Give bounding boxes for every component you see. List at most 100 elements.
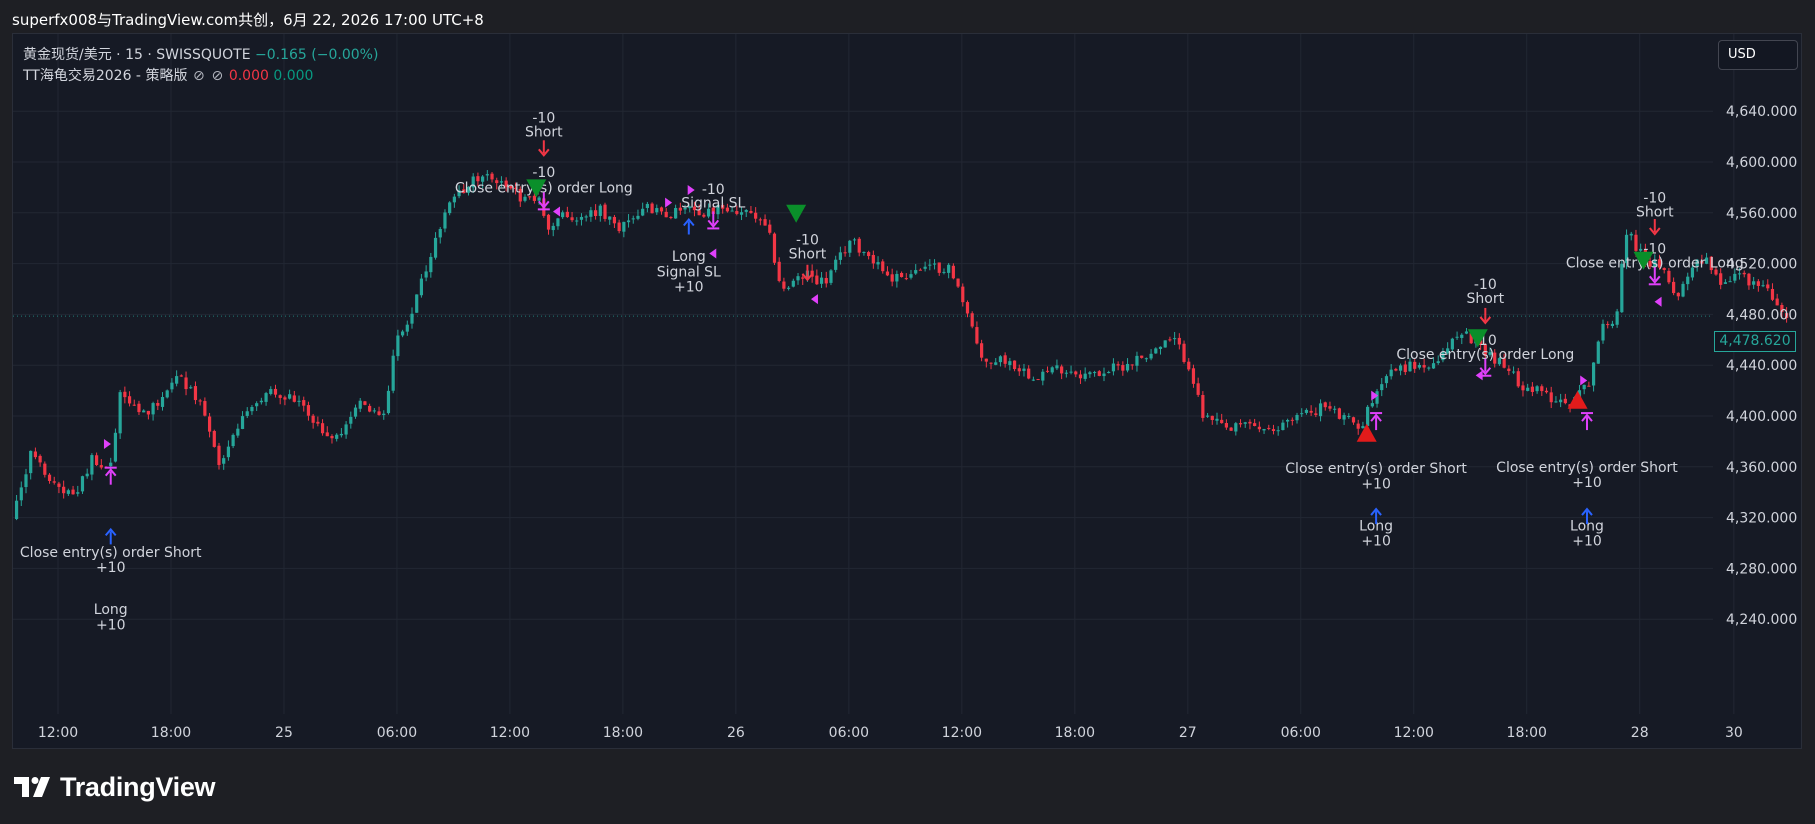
candle-body bbox=[702, 214, 706, 217]
candle-body bbox=[1728, 281, 1732, 283]
x-tick-label: 28 bbox=[1631, 725, 1649, 741]
candle-body bbox=[1125, 363, 1130, 371]
symbol-info[interactable]: 黄金现货/美元 · 15 · SWISSQUOTE bbox=[23, 47, 251, 63]
candle-body bbox=[876, 262, 880, 265]
candle-body bbox=[608, 216, 612, 220]
candle-body bbox=[19, 487, 23, 501]
axes: 4,640.000 4,600.000 4,560.000 4,520.000 4,48… bbox=[38, 104, 1797, 741]
candle-body bbox=[443, 212, 447, 229]
candle-body bbox=[415, 294, 419, 313]
candle-body bbox=[1257, 426, 1261, 430]
candle-body bbox=[937, 262, 941, 273]
candle-body bbox=[998, 356, 1003, 363]
candle-body bbox=[1511, 371, 1516, 373]
candle-body bbox=[589, 210, 593, 217]
strategy-name[interactable]: TT海龟交易2026 - 策略版 bbox=[23, 68, 187, 84]
candle-body bbox=[203, 401, 207, 416]
candle-body bbox=[923, 266, 927, 269]
hide-icon-2[interactable]: ⊘ bbox=[210, 66, 224, 87]
candle-body bbox=[1606, 324, 1610, 326]
candle-body bbox=[1342, 415, 1346, 420]
candle-body bbox=[278, 395, 282, 398]
candle-body bbox=[772, 233, 777, 263]
candle-body bbox=[175, 376, 179, 384]
candle-body bbox=[664, 211, 668, 218]
candle-body bbox=[1055, 365, 1059, 369]
candle-body bbox=[1074, 371, 1078, 375]
x-tick-label: 18:00 bbox=[603, 725, 643, 741]
candle-body bbox=[575, 220, 579, 222]
candle-body bbox=[1610, 323, 1615, 327]
candle-body bbox=[132, 404, 136, 406]
candle-body bbox=[1154, 348, 1158, 354]
trade-label: Close entry(s) order Short bbox=[1285, 461, 1467, 477]
trade-label: Short bbox=[1636, 205, 1674, 221]
candle-body bbox=[1347, 415, 1351, 417]
candlestick-chart[interactable]: -10Short-10Close entry(s) order Long -10S… bbox=[0, 0, 1815, 824]
strategy-value-red: 0.000 bbox=[228, 68, 269, 84]
candle-body bbox=[843, 252, 847, 254]
candle-body bbox=[961, 286, 965, 303]
candle-body bbox=[151, 403, 155, 415]
y-tick-label: 4,280.000 bbox=[1726, 561, 1797, 577]
candle-body bbox=[29, 450, 33, 474]
candle-body bbox=[142, 410, 146, 413]
tradingview-logo[interactable]: TradingView bbox=[14, 771, 216, 802]
trade-label: Close entry(s) order Short bbox=[1496, 460, 1678, 476]
candle-body bbox=[358, 400, 362, 409]
candle-body bbox=[819, 277, 824, 284]
currency-button[interactable]: USD bbox=[1718, 40, 1798, 70]
candle-body bbox=[306, 405, 311, 416]
candle-body bbox=[1742, 272, 1746, 275]
candle-body bbox=[1380, 384, 1384, 391]
candle-body bbox=[250, 407, 254, 412]
candle-body bbox=[1544, 390, 1549, 393]
candle-body bbox=[1196, 383, 1200, 395]
candle-body bbox=[184, 377, 188, 390]
candle-body bbox=[1149, 353, 1153, 359]
candle-body bbox=[1224, 423, 1229, 428]
candle-body bbox=[1672, 281, 1676, 294]
candle-body bbox=[372, 410, 376, 412]
candle-body bbox=[66, 490, 70, 494]
candle-body bbox=[297, 400, 301, 402]
candle-body bbox=[787, 287, 791, 289]
candle-body bbox=[994, 362, 998, 365]
candle-body bbox=[561, 212, 565, 218]
candle-body bbox=[1723, 282, 1727, 284]
candle-body bbox=[1168, 339, 1172, 341]
candle-body bbox=[62, 486, 66, 494]
trade-label: +10 bbox=[1572, 534, 1602, 550]
candle-body bbox=[207, 416, 212, 432]
candle-body bbox=[579, 216, 584, 220]
long-arrow-icon bbox=[683, 217, 695, 235]
candle-body bbox=[1464, 331, 1469, 334]
candle-body bbox=[669, 217, 673, 219]
candle-body bbox=[255, 403, 259, 407]
candle-body bbox=[1271, 429, 1276, 432]
candle-body bbox=[763, 219, 767, 226]
candle-body bbox=[43, 463, 47, 475]
candle-body bbox=[754, 212, 758, 219]
x-tick-label: 12:00 bbox=[490, 725, 530, 741]
candle-body bbox=[146, 410, 150, 415]
candle-body bbox=[1031, 379, 1035, 381]
symbol-line: 黄金现货/美元 · 15 · SWISSQUOTE −0.165 (−0.00%… bbox=[23, 45, 378, 66]
candle-body bbox=[641, 208, 645, 216]
candle-body bbox=[240, 416, 245, 429]
y-tick-label: 4,240.000 bbox=[1726, 612, 1797, 628]
y-tick-label: 4,520.000 bbox=[1726, 257, 1797, 273]
candle-body bbox=[796, 276, 800, 281]
strategy-line: TT海龟交易2026 - 策略版 ⊘ ⊘ 0.000 0.000 bbox=[23, 66, 378, 87]
candle-body bbox=[626, 220, 631, 223]
candle-body bbox=[165, 390, 169, 398]
candle-body bbox=[236, 428, 240, 436]
candle-body bbox=[881, 261, 885, 272]
candle-body bbox=[1102, 373, 1106, 377]
hide-icon[interactable]: ⊘ bbox=[192, 66, 206, 87]
candle-body bbox=[942, 271, 946, 273]
candle-body bbox=[951, 265, 955, 279]
candle-body bbox=[405, 324, 409, 332]
candle-body bbox=[838, 252, 842, 260]
brand-name: TradingView bbox=[60, 771, 216, 802]
